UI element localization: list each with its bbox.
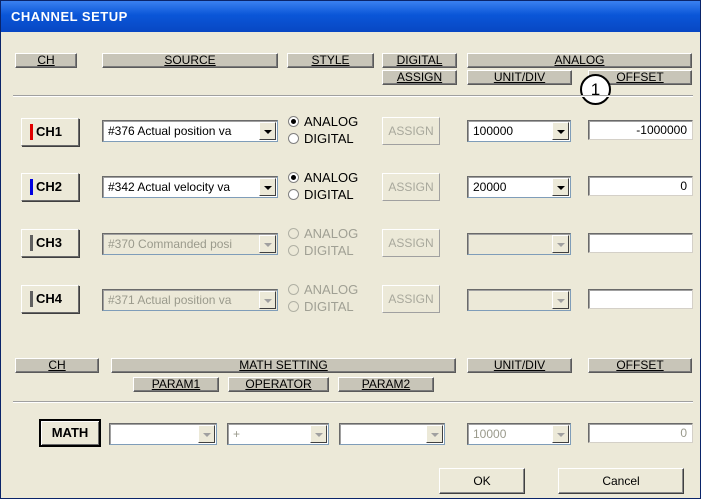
ch1-unit-div-value: 100000: [473, 124, 514, 138]
ch3-offset-input[interactable]: [588, 233, 693, 253]
header-unit-div: UNIT/DIV: [467, 70, 572, 85]
math-header-offset: OFFSET: [588, 358, 692, 373]
ok-button[interactable]: OK: [439, 468, 525, 494]
ch3-digital-label: DIGITAL: [304, 243, 354, 258]
ch3-color-marker: [30, 235, 33, 251]
ch3-digital-radio[interactable]: DIGITAL: [288, 243, 354, 258]
ch2-label: CH2: [36, 179, 63, 194]
math-param1-select[interactable]: [109, 423, 217, 445]
ch1-label: CH1: [36, 124, 63, 139]
ch4-unit-div-select[interactable]: [467, 289, 571, 311]
chevron-down-icon[interactable]: [259, 291, 276, 309]
math-param2-select[interactable]: [339, 423, 445, 445]
chevron-down-icon[interactable]: [198, 425, 215, 443]
ch2-analog-label: ANALOG: [304, 170, 359, 185]
channel-setup-window: CHANNEL SETUP CH SOURCE STYLE DIGITAL AS…: [0, 0, 701, 499]
radio-icon: [288, 133, 299, 144]
ch2-unit-div-select[interactable]: 20000: [467, 176, 571, 198]
ch1-color-marker: [30, 124, 33, 140]
chevron-down-icon[interactable]: [259, 178, 276, 196]
ch4-color-marker: [30, 291, 33, 307]
ch1-source-select[interactable]: #376 Actual position va: [102, 120, 278, 142]
ch1-button[interactable]: CH1: [21, 118, 79, 146]
math-offset-input[interactable]: 0: [588, 423, 693, 443]
header-style: STYLE: [287, 53, 374, 68]
cancel-button[interactable]: Cancel: [558, 468, 684, 494]
math-header-unit-div: UNIT/DIV: [467, 358, 572, 373]
ch1-analog-label: ANALOG: [304, 114, 359, 129]
ch2-digital-label: DIGITAL: [304, 187, 354, 202]
window-title: CHANNEL SETUP: [1, 1, 700, 32]
ch3-assign-button[interactable]: ASSIGN: [382, 229, 440, 257]
chevron-down-icon[interactable]: [552, 235, 569, 253]
chevron-down-icon[interactable]: [259, 122, 276, 140]
ch2-button[interactable]: CH2: [21, 173, 79, 201]
ch3-analog-radio[interactable]: ANALOG: [288, 226, 358, 241]
ch4-source-value: #371 Actual position va: [108, 293, 232, 307]
math-unit-div-value: 10000: [473, 427, 507, 441]
radio-icon: [288, 189, 299, 200]
ch1-unit-div-select[interactable]: 100000: [467, 120, 571, 142]
ch4-digital-label: DIGITAL: [304, 299, 354, 314]
ch4-button[interactable]: CH4: [21, 285, 79, 313]
ch4-label: CH4: [36, 291, 63, 306]
divider: [13, 401, 693, 403]
ch4-assign-button[interactable]: ASSIGN: [382, 285, 440, 313]
ch2-color-marker: [30, 179, 33, 195]
chevron-down-icon[interactable]: [426, 425, 443, 443]
ch1-source-value: #376 Actual position va: [108, 124, 232, 138]
ch4-analog-label: ANALOG: [304, 282, 359, 297]
radio-icon: [288, 116, 299, 127]
ch3-unit-div-select[interactable]: [467, 233, 571, 255]
math-header-operator: OPERATOR: [228, 377, 329, 392]
ch3-button[interactable]: CH3: [21, 229, 79, 257]
ch2-source-select[interactable]: #342 Actual velocity va: [102, 176, 278, 198]
math-header-ch: CH: [15, 358, 99, 373]
header-digital: DIGITAL: [382, 53, 457, 68]
chevron-down-icon[interactable]: [259, 235, 276, 253]
chevron-down-icon[interactable]: [552, 291, 569, 309]
radio-icon: [288, 284, 299, 295]
ch2-offset-input[interactable]: 0: [588, 176, 693, 196]
math-operator-value: +: [233, 427, 241, 441]
ch2-assign-button[interactable]: ASSIGN: [382, 173, 440, 201]
radio-icon: [288, 301, 299, 312]
ch2-source-value: #342 Actual velocity va: [108, 180, 231, 194]
radio-icon: [288, 245, 299, 256]
ch3-label: CH3: [36, 235, 63, 250]
ch2-analog-radio[interactable]: ANALOG: [288, 170, 358, 185]
ch1-assign-button[interactable]: ASSIGN: [382, 117, 440, 145]
ch1-digital-radio[interactable]: DIGITAL: [288, 131, 354, 146]
ch4-offset-input[interactable]: [588, 289, 693, 309]
math-header-param1: PARAM1: [133, 377, 219, 392]
header-ch: CH: [15, 53, 77, 68]
math-header-setting: MATH SETTING: [111, 358, 456, 373]
math-header-param2: PARAM2: [338, 377, 434, 392]
ch4-digital-radio[interactable]: DIGITAL: [288, 299, 354, 314]
ch4-analog-radio[interactable]: ANALOG: [288, 282, 358, 297]
ch1-digital-label: DIGITAL: [304, 131, 354, 146]
math-operator-select[interactable]: +: [227, 423, 329, 445]
math-unit-div-select[interactable]: 10000: [467, 423, 571, 445]
divider: [13, 95, 693, 97]
ch4-source-select[interactable]: #371 Actual position va: [102, 289, 278, 311]
ch1-offset-input[interactable]: -1000000: [588, 120, 693, 140]
header-analog: ANALOG: [467, 53, 692, 68]
chevron-down-icon[interactable]: [552, 178, 569, 196]
ch3-source-select[interactable]: #370 Commanded posi: [102, 233, 278, 255]
ch1-analog-radio[interactable]: ANALOG: [288, 114, 358, 129]
ch3-analog-label: ANALOG: [304, 226, 359, 241]
callout-marker: 1: [580, 74, 611, 105]
ch2-digital-radio[interactable]: DIGITAL: [288, 187, 354, 202]
chevron-down-icon[interactable]: [310, 425, 327, 443]
chevron-down-icon[interactable]: [552, 122, 569, 140]
radio-icon: [288, 172, 299, 183]
chevron-down-icon[interactable]: [552, 425, 569, 443]
math-button[interactable]: MATH: [39, 419, 101, 447]
ch3-source-value: #370 Commanded posi: [108, 237, 233, 251]
header-assign: ASSIGN: [382, 70, 457, 85]
ch2-unit-div-value: 20000: [473, 180, 507, 194]
header-source: SOURCE: [102, 53, 278, 68]
radio-icon: [288, 228, 299, 239]
